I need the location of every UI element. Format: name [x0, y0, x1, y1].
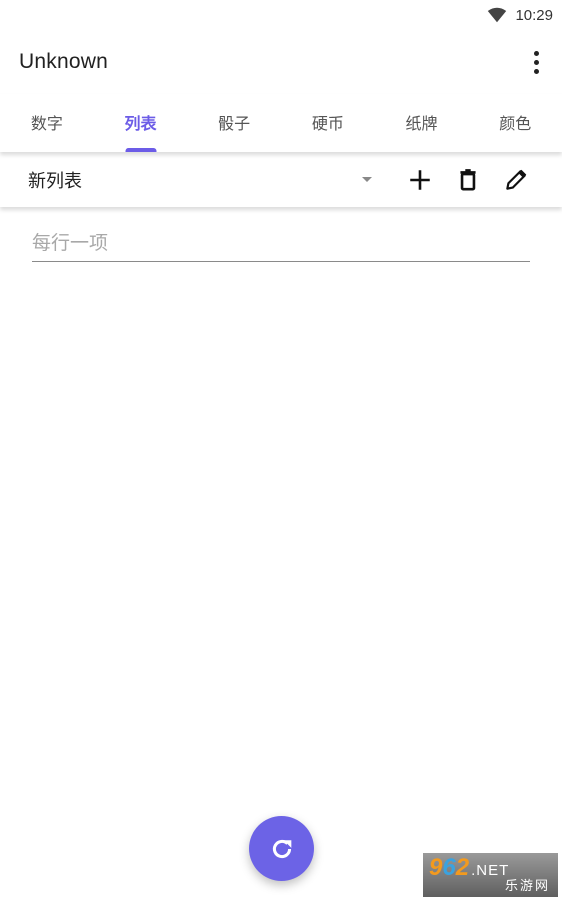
add-list-button[interactable]: [396, 156, 444, 204]
pencil-icon: [506, 169, 527, 190]
tab-indicator: [125, 148, 156, 152]
wifi-icon: [488, 7, 507, 23]
status-time: 10:29: [515, 6, 553, 24]
app-title: Unknown: [19, 50, 108, 73]
overflow-menu-button[interactable]: [512, 38, 560, 86]
tab-label: 列表: [124, 114, 157, 133]
list-items-input[interactable]: [32, 222, 530, 267]
watermark-digit: 9: [429, 853, 443, 881]
tab-label: 纸牌: [405, 114, 438, 133]
tab-label: 骰子: [218, 114, 251, 133]
tab-label: 硬币: [311, 114, 344, 133]
tab-dice[interactable]: 骰子: [187, 94, 281, 152]
watermark-subtitle: 乐游网: [504, 878, 550, 894]
watermark-net: .NET: [471, 861, 510, 879]
tab-cards[interactable]: 纸牌: [375, 94, 469, 152]
tab-list[interactable]: 列表: [94, 94, 188, 152]
list-toolbar: 新列表: [0, 152, 562, 207]
randomize-fab[interactable]: [249, 816, 314, 881]
list-selector-dropdown[interactable]: 新列表: [28, 160, 376, 200]
watermark-logo: 9 6 2 .NET 乐游网: [423, 853, 558, 897]
tab-coin[interactable]: 硬币: [281, 94, 375, 152]
selected-list-name: 新列表: [28, 170, 82, 192]
tab-bar: 数字 列表 骰子 硬币 纸牌 颜色: [0, 94, 562, 152]
tab-color[interactable]: 颜色: [468, 94, 562, 152]
refresh-icon: [272, 839, 291, 858]
arrow-drop-down-icon: [362, 177, 372, 182]
watermark-digit: 6: [442, 853, 456, 881]
tab-label: 颜色: [499, 114, 532, 133]
list-items-field[interactable]: [32, 222, 530, 267]
edit-list-button[interactable]: [492, 156, 540, 204]
plus-icon: [410, 169, 430, 190]
tab-numbers[interactable]: 数字: [0, 94, 94, 152]
more-vert-icon: [533, 50, 539, 74]
tab-label: 数字: [30, 114, 63, 133]
watermark-digit: 2: [455, 853, 470, 881]
app-bar: Unknown: [0, 30, 562, 94]
trash-icon: [460, 168, 476, 191]
delete-list-button[interactable]: [444, 156, 492, 204]
status-bar: 10:29: [0, 0, 562, 30]
